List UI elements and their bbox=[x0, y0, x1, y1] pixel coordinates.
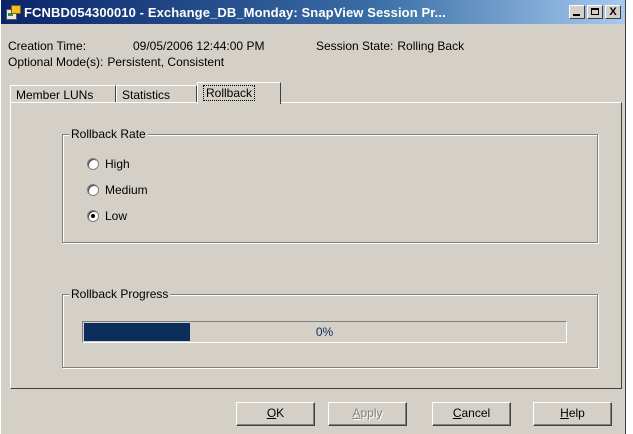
creation-time-label: Creation Time: bbox=[8, 39, 87, 53]
ok-mnemonic: O bbox=[266, 406, 277, 420]
rollback-rate-group: Rollback Rate High Medium Low bbox=[62, 127, 598, 243]
close-icon: X bbox=[609, 6, 617, 18]
rate-option-label: Medium bbox=[105, 183, 148, 197]
minimize-icon bbox=[573, 14, 580, 16]
progress-percent: 0% bbox=[315, 325, 334, 339]
tab-label: Member LUNs bbox=[16, 88, 94, 102]
radio-icon[interactable] bbox=[87, 158, 99, 170]
rate-option-label: Low bbox=[105, 209, 128, 223]
tab-statistics[interactable]: Statistics bbox=[116, 85, 197, 103]
rollback-progress-bar: 0% bbox=[82, 321, 567, 343]
window-title: FCNBD054300010 - Exchange_DB_Monday: Sna… bbox=[24, 4, 446, 20]
creation-time-value: 09/05/2006 12:44:00 PM bbox=[133, 39, 265, 53]
radio-icon[interactable] bbox=[87, 184, 99, 196]
rollback-progress-legend: Rollback Progress bbox=[69, 287, 171, 301]
optional-modes-row: Optional Mode(s): Persistent, Consistent bbox=[8, 55, 224, 69]
help-label: elp bbox=[568, 406, 585, 420]
cancel-button[interactable]: Cancel bbox=[432, 402, 511, 426]
tab-rollback[interactable]: Rollback bbox=[197, 82, 281, 104]
close-button[interactable]: X bbox=[605, 5, 621, 19]
help-button[interactable]: Help bbox=[533, 402, 612, 426]
rollback-progress-group: Rollback Progress 0% bbox=[62, 287, 598, 368]
rate-option-medium[interactable]: Medium bbox=[87, 183, 148, 197]
cancel-label: ancel bbox=[461, 406, 491, 420]
rate-option-label: High bbox=[105, 157, 130, 171]
ok-label: K bbox=[276, 406, 285, 420]
ok-button[interactable]: OK bbox=[236, 402, 315, 426]
tab-label: Rollback bbox=[203, 85, 256, 101]
title-bar[interactable]: FCNBD054300010 - Exchange_DB_Monday: Sna… bbox=[1, 0, 625, 24]
tab-label: Statistics bbox=[122, 88, 171, 102]
maximize-icon bbox=[591, 8, 599, 15]
apply-label: pply bbox=[360, 406, 383, 420]
apply-mnemonic: A bbox=[352, 406, 361, 420]
rollback-rate-legend: Rollback Rate bbox=[69, 127, 148, 141]
radio-selected-dot bbox=[91, 214, 95, 218]
tab-member-luns[interactable]: Member LUNs bbox=[10, 85, 116, 103]
help-mnemonic: H bbox=[560, 406, 569, 420]
session-state-value: Rolling Back bbox=[397, 39, 465, 53]
optional-modes-label: Optional Mode(s): bbox=[8, 55, 104, 69]
creation-time-row: Creation Time: 09/05/2006 12:44:00 PM Sess… bbox=[8, 39, 464, 53]
rollback-tab-panel: Rollback Rate High Medium Low Rollback P… bbox=[10, 102, 622, 389]
snapview-session-properties-window: FCNBD054300010 - Exchange_DB_Monday: Sna… bbox=[0, 0, 626, 434]
maximize-button[interactable] bbox=[587, 5, 603, 19]
app-icon bbox=[5, 4, 21, 20]
minimize-button[interactable] bbox=[569, 5, 585, 19]
radio-icon[interactable] bbox=[87, 210, 99, 222]
apply-button[interactable]: Apply bbox=[328, 402, 407, 426]
optional-modes-value: Persistent, Consistent bbox=[107, 55, 225, 69]
session-state-label: Session State: bbox=[316, 39, 394, 53]
rate-option-high[interactable]: High bbox=[87, 157, 130, 171]
rate-option-low[interactable]: Low bbox=[87, 209, 127, 223]
